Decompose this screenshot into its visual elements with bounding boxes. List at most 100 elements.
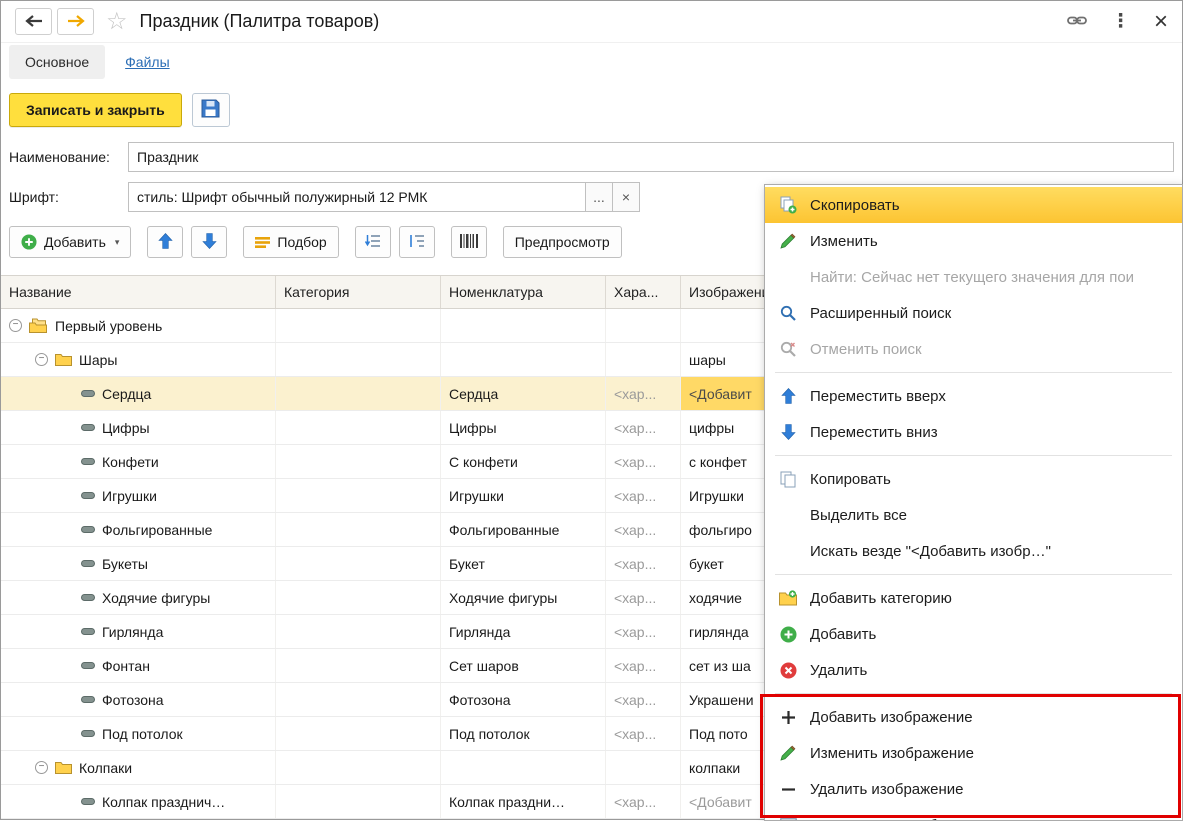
context-menu-item[interactable]: Расширенный поиск — [765, 295, 1182, 331]
search-cancel-icon — [778, 339, 798, 359]
context-menu-item[interactable]: Переместить вниз — [765, 414, 1182, 450]
menu-item-label: Отменить поиск — [810, 341, 922, 358]
column-header-nomenclature[interactable]: Номенклатура — [441, 276, 606, 308]
cell-nomenclature: Фотозона — [441, 683, 606, 716]
context-menu-item[interactable]: Добавить — [765, 616, 1182, 652]
tree-cell: Фонтан — [1, 649, 276, 682]
minus-icon — [778, 779, 798, 799]
cell-characteristic: <хар... — [606, 479, 681, 512]
arrow-down-icon — [202, 233, 217, 252]
preview-button[interactable]: Предпросмотр — [503, 226, 622, 258]
move-down-button[interactable] — [191, 226, 227, 258]
name-label: Наименование: — [9, 149, 128, 165]
tree-cell: Конфети — [1, 445, 276, 478]
tree-cell: Цифры — [1, 411, 276, 444]
tree-cell: Ходячие фигуры — [1, 581, 276, 614]
copy-icon — [778, 469, 798, 489]
column-header-category[interactable]: Категория — [276, 276, 441, 308]
back-arrow-icon — [25, 14, 43, 30]
cell-characteristic: <хар... — [606, 717, 681, 750]
cell-characteristic: <хар... — [606, 683, 681, 716]
context-menu-item[interactable]: Изменить изображение — [765, 735, 1182, 771]
collapse-toggle-icon[interactable]: − — [35, 353, 48, 366]
pick-button[interactable]: Подбор — [243, 226, 338, 258]
tab-files[interactable]: Файлы — [125, 54, 169, 70]
arrow-up-icon — [158, 233, 173, 252]
back-button[interactable] — [15, 8, 52, 35]
element-icon — [81, 592, 95, 603]
cell-category — [276, 309, 441, 342]
cell-category — [276, 649, 441, 682]
cell-nomenclature — [441, 751, 606, 784]
context-menu-item[interactable]: Искать везде "<Добавить изобр…" — [765, 533, 1182, 569]
element-icon — [81, 558, 95, 569]
favorite-star-icon[interactable]: ☆ — [106, 10, 128, 34]
tree-cell: Сердца — [1, 377, 276, 410]
context-menu-item[interactable]: Удалить изображение — [765, 771, 1182, 807]
context-menu-item[interactable]: Добавить категорию — [765, 580, 1182, 616]
row-name: Гирлянда — [102, 624, 163, 640]
name-input[interactable]: Праздник — [128, 142, 1174, 172]
add-button[interactable]: Добавить ▾ — [9, 226, 131, 258]
cell-category — [276, 479, 441, 512]
cell-nomenclature: Цифры — [441, 411, 606, 444]
nav-buttons — [15, 8, 94, 35]
arrow-up-icon — [778, 386, 798, 406]
link-icon[interactable] — [1067, 14, 1087, 30]
save-close-button[interactable]: Записать и закрыть — [9, 93, 182, 127]
folder-icon — [55, 353, 72, 366]
pencil-icon — [778, 743, 798, 763]
close-icon[interactable]: × — [1154, 10, 1168, 34]
font-input[interactable]: стиль: Шрифт обычный полужирный 12 РМК — [128, 182, 586, 212]
cell-characteristic — [606, 343, 681, 376]
context-menu-item[interactable]: Копировать — [765, 461, 1182, 497]
cell-category — [276, 343, 441, 376]
forward-button[interactable] — [57, 8, 94, 35]
collapse-toggle-icon[interactable]: − — [9, 319, 22, 332]
column-header-name[interactable]: Название — [1, 276, 276, 308]
element-icon — [81, 660, 95, 671]
tree-cell: Фольгированные — [1, 513, 276, 546]
collapse-toggle-icon[interactable]: − — [35, 761, 48, 774]
move-up-button[interactable] — [147, 226, 183, 258]
cell-nomenclature: Фольгированные — [441, 513, 606, 546]
barcode-button[interactable] — [451, 226, 487, 258]
outline-levels-button[interactable] — [399, 226, 435, 258]
context-menu-item[interactable]: Добавить изображение — [765, 699, 1182, 735]
row-name: Шары — [79, 352, 117, 368]
row-name: Сердца — [102, 386, 151, 402]
context-menu-item[interactable]: Найти: Сейчас нет текущего значения для … — [765, 259, 1182, 295]
row-name: Ходячие фигуры — [102, 590, 210, 606]
context-menu-item[interactable]: Переместить вверх — [765, 378, 1182, 414]
menu-item-label: Выделить все — [810, 507, 907, 524]
cell-characteristic: <хар... — [606, 445, 681, 478]
save-button[interactable] — [192, 93, 230, 127]
context-menu-item[interactable]: Скопировать — [765, 187, 1182, 223]
add-circle-icon — [778, 624, 798, 644]
row-name: Первый уровень — [55, 318, 162, 334]
no-icon — [778, 541, 798, 561]
column-header-characteristic[interactable]: Хара... — [606, 276, 681, 308]
row-name: Под потолок — [102, 726, 183, 742]
barcode-icon — [460, 234, 478, 251]
more-menu-icon[interactable]: ⋮ — [1111, 10, 1130, 33]
titlebar: ☆ Праздник (Палитра товаров) ⋮ × — [1, 1, 1182, 43]
context-menu-item[interactable]: Просмотреть изображение — [765, 807, 1182, 821]
context-menu-item[interactable]: Изменить — [765, 223, 1182, 259]
sort-list-button[interactable] — [355, 226, 391, 258]
font-label: Шрифт: — [9, 189, 128, 205]
cell-category — [276, 751, 441, 784]
row-name: Цифры — [102, 420, 150, 436]
font-choose-button[interactable]: ... — [586, 182, 613, 212]
cell-characteristic: <хар... — [606, 581, 681, 614]
window-title: Праздник (Палитра товаров) — [140, 11, 380, 32]
menu-separator — [775, 372, 1172, 373]
folder-add-icon — [778, 588, 798, 608]
cell-nomenclature: Сердца — [441, 377, 606, 410]
tab-main[interactable]: Основное — [9, 45, 105, 79]
no-icon — [778, 505, 798, 525]
context-menu-item[interactable]: Выделить все — [765, 497, 1182, 533]
context-menu-item[interactable]: Удалить — [765, 652, 1182, 688]
context-menu-item[interactable]: Отменить поиск — [765, 331, 1182, 367]
font-clear-button[interactable]: × — [613, 182, 640, 212]
